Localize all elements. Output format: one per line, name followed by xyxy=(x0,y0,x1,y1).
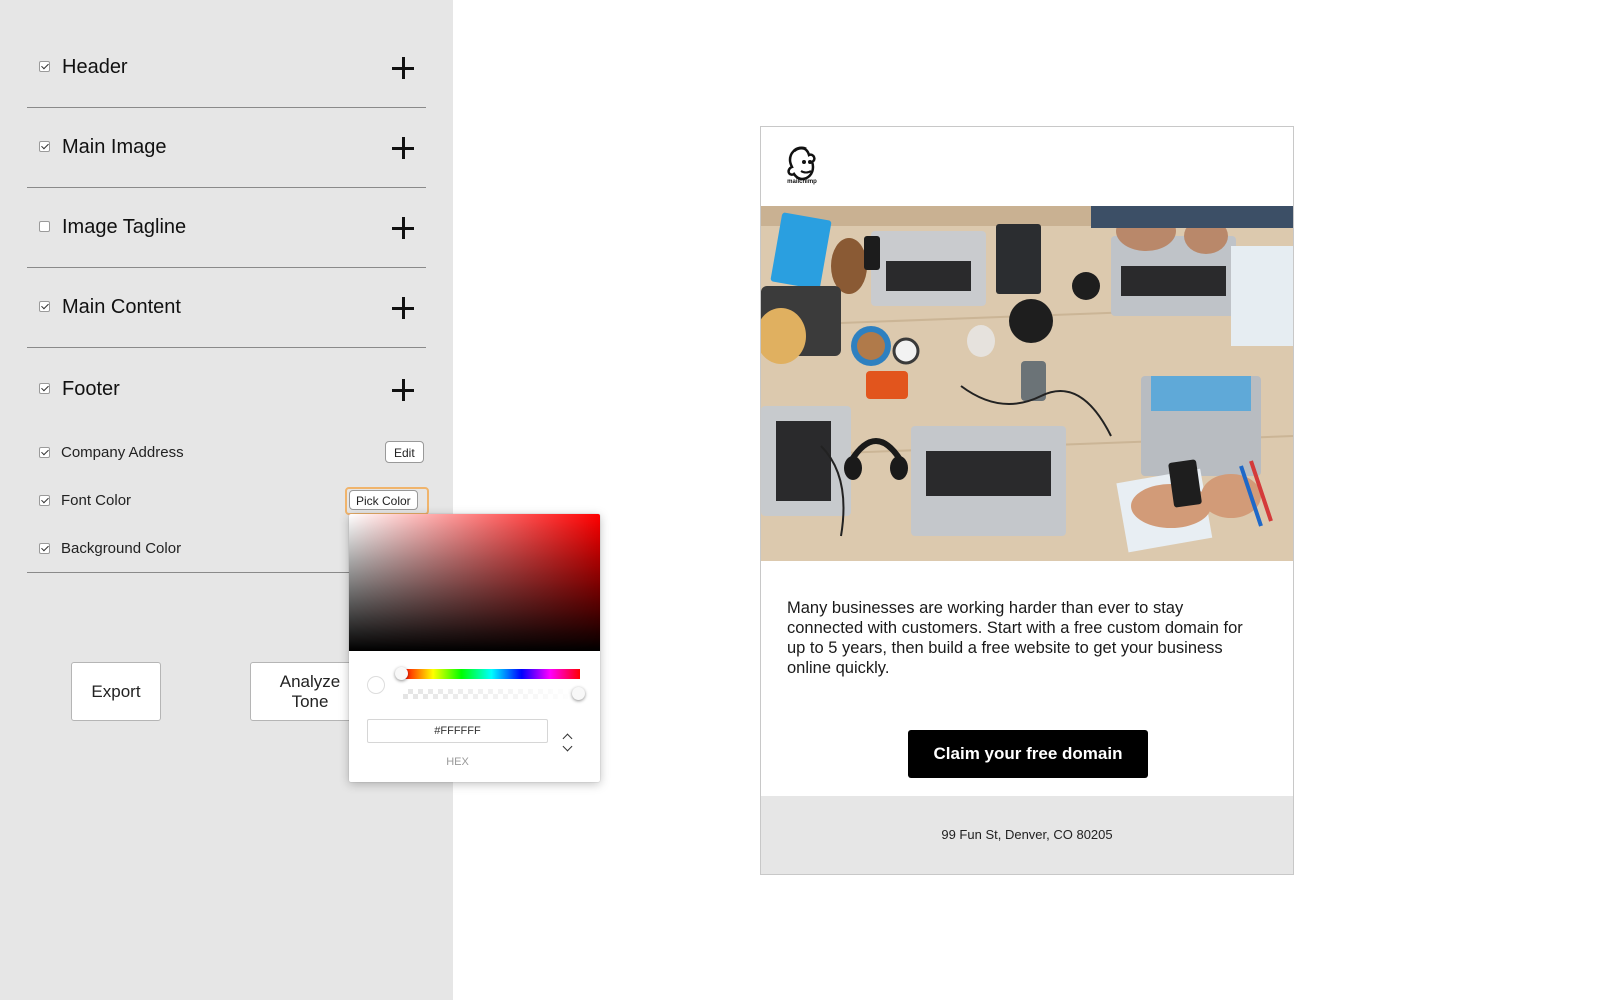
plus-icon[interactable] xyxy=(392,297,414,319)
option-label: Background Color xyxy=(61,540,182,557)
hex-caption: HEX xyxy=(446,756,469,768)
chevron-up-down-icon[interactable] xyxy=(561,731,575,755)
section-main-image[interactable]: Main Image xyxy=(27,108,426,188)
font-color-checkbox[interactable] xyxy=(39,495,50,506)
edit-address-button[interactable]: Edit xyxy=(385,441,424,463)
claim-domain-button[interactable]: Claim your free domain xyxy=(908,730,1148,778)
color-preview-swatch xyxy=(367,676,385,694)
header-checkbox[interactable] xyxy=(39,61,50,72)
divider xyxy=(27,572,350,573)
alpha-slider[interactable] xyxy=(403,689,580,699)
email-body-text: Many businesses are working harder than … xyxy=(787,599,1243,677)
plus-icon[interactable] xyxy=(392,379,414,401)
section-label: Footer xyxy=(62,378,120,400)
pick-color-focus-ring: Pick Color xyxy=(345,487,429,515)
section-header[interactable]: Header xyxy=(27,28,426,108)
section-label: Header xyxy=(62,56,128,78)
plus-icon[interactable] xyxy=(392,57,414,79)
email-footer: 99 Fun St, Denver, CO 80205 xyxy=(761,796,1293,874)
section-label: Image Tagline xyxy=(62,216,187,238)
alpha-slider-handle[interactable] xyxy=(572,687,585,700)
main-image-checkbox[interactable] xyxy=(39,141,50,152)
section-main-content[interactable]: Main Content xyxy=(27,268,426,348)
option-label: Company Address xyxy=(61,444,184,461)
footer-address: 99 Fun St, Denver, CO 80205 xyxy=(941,827,1113,842)
section-footer[interactable]: Footer xyxy=(27,348,426,428)
saturation-area[interactable] xyxy=(349,514,600,651)
footer-option-company-address: Company Address Edit xyxy=(27,438,426,468)
hue-slider-handle[interactable] xyxy=(395,667,408,680)
hero-image xyxy=(761,206,1293,561)
footer-checkbox[interactable] xyxy=(39,383,50,394)
export-button[interactable]: Export xyxy=(71,662,161,721)
tone-label: Tone xyxy=(291,691,329,711)
color-picker-popover: #FFFFFF HEX xyxy=(349,514,600,782)
section-label: Main Image xyxy=(62,136,167,158)
logo-wordmark: mailchimp xyxy=(787,179,817,185)
main-content-checkbox[interactable] xyxy=(39,301,50,312)
background-color-checkbox[interactable] xyxy=(39,543,50,554)
hex-input[interactable]: #FFFFFF xyxy=(367,719,548,743)
analyze-label: Analyze xyxy=(279,671,341,691)
image-tagline-checkbox[interactable] xyxy=(39,221,50,232)
email-preview: mailchimp Many businesses are working ha… xyxy=(760,126,1294,875)
section-image-tagline[interactable]: Image Tagline xyxy=(27,188,426,268)
company-address-checkbox[interactable] xyxy=(39,447,50,458)
plus-icon[interactable] xyxy=(392,217,414,239)
section-label: Main Content xyxy=(62,296,181,318)
pick-color-button[interactable]: Pick Color xyxy=(349,490,418,510)
hue-slider[interactable] xyxy=(403,669,580,679)
editor-sidebar: Header Main Image Image Tagline Main Con… xyxy=(0,0,453,1000)
option-label: Font Color xyxy=(61,492,132,509)
plus-icon[interactable] xyxy=(392,137,414,159)
